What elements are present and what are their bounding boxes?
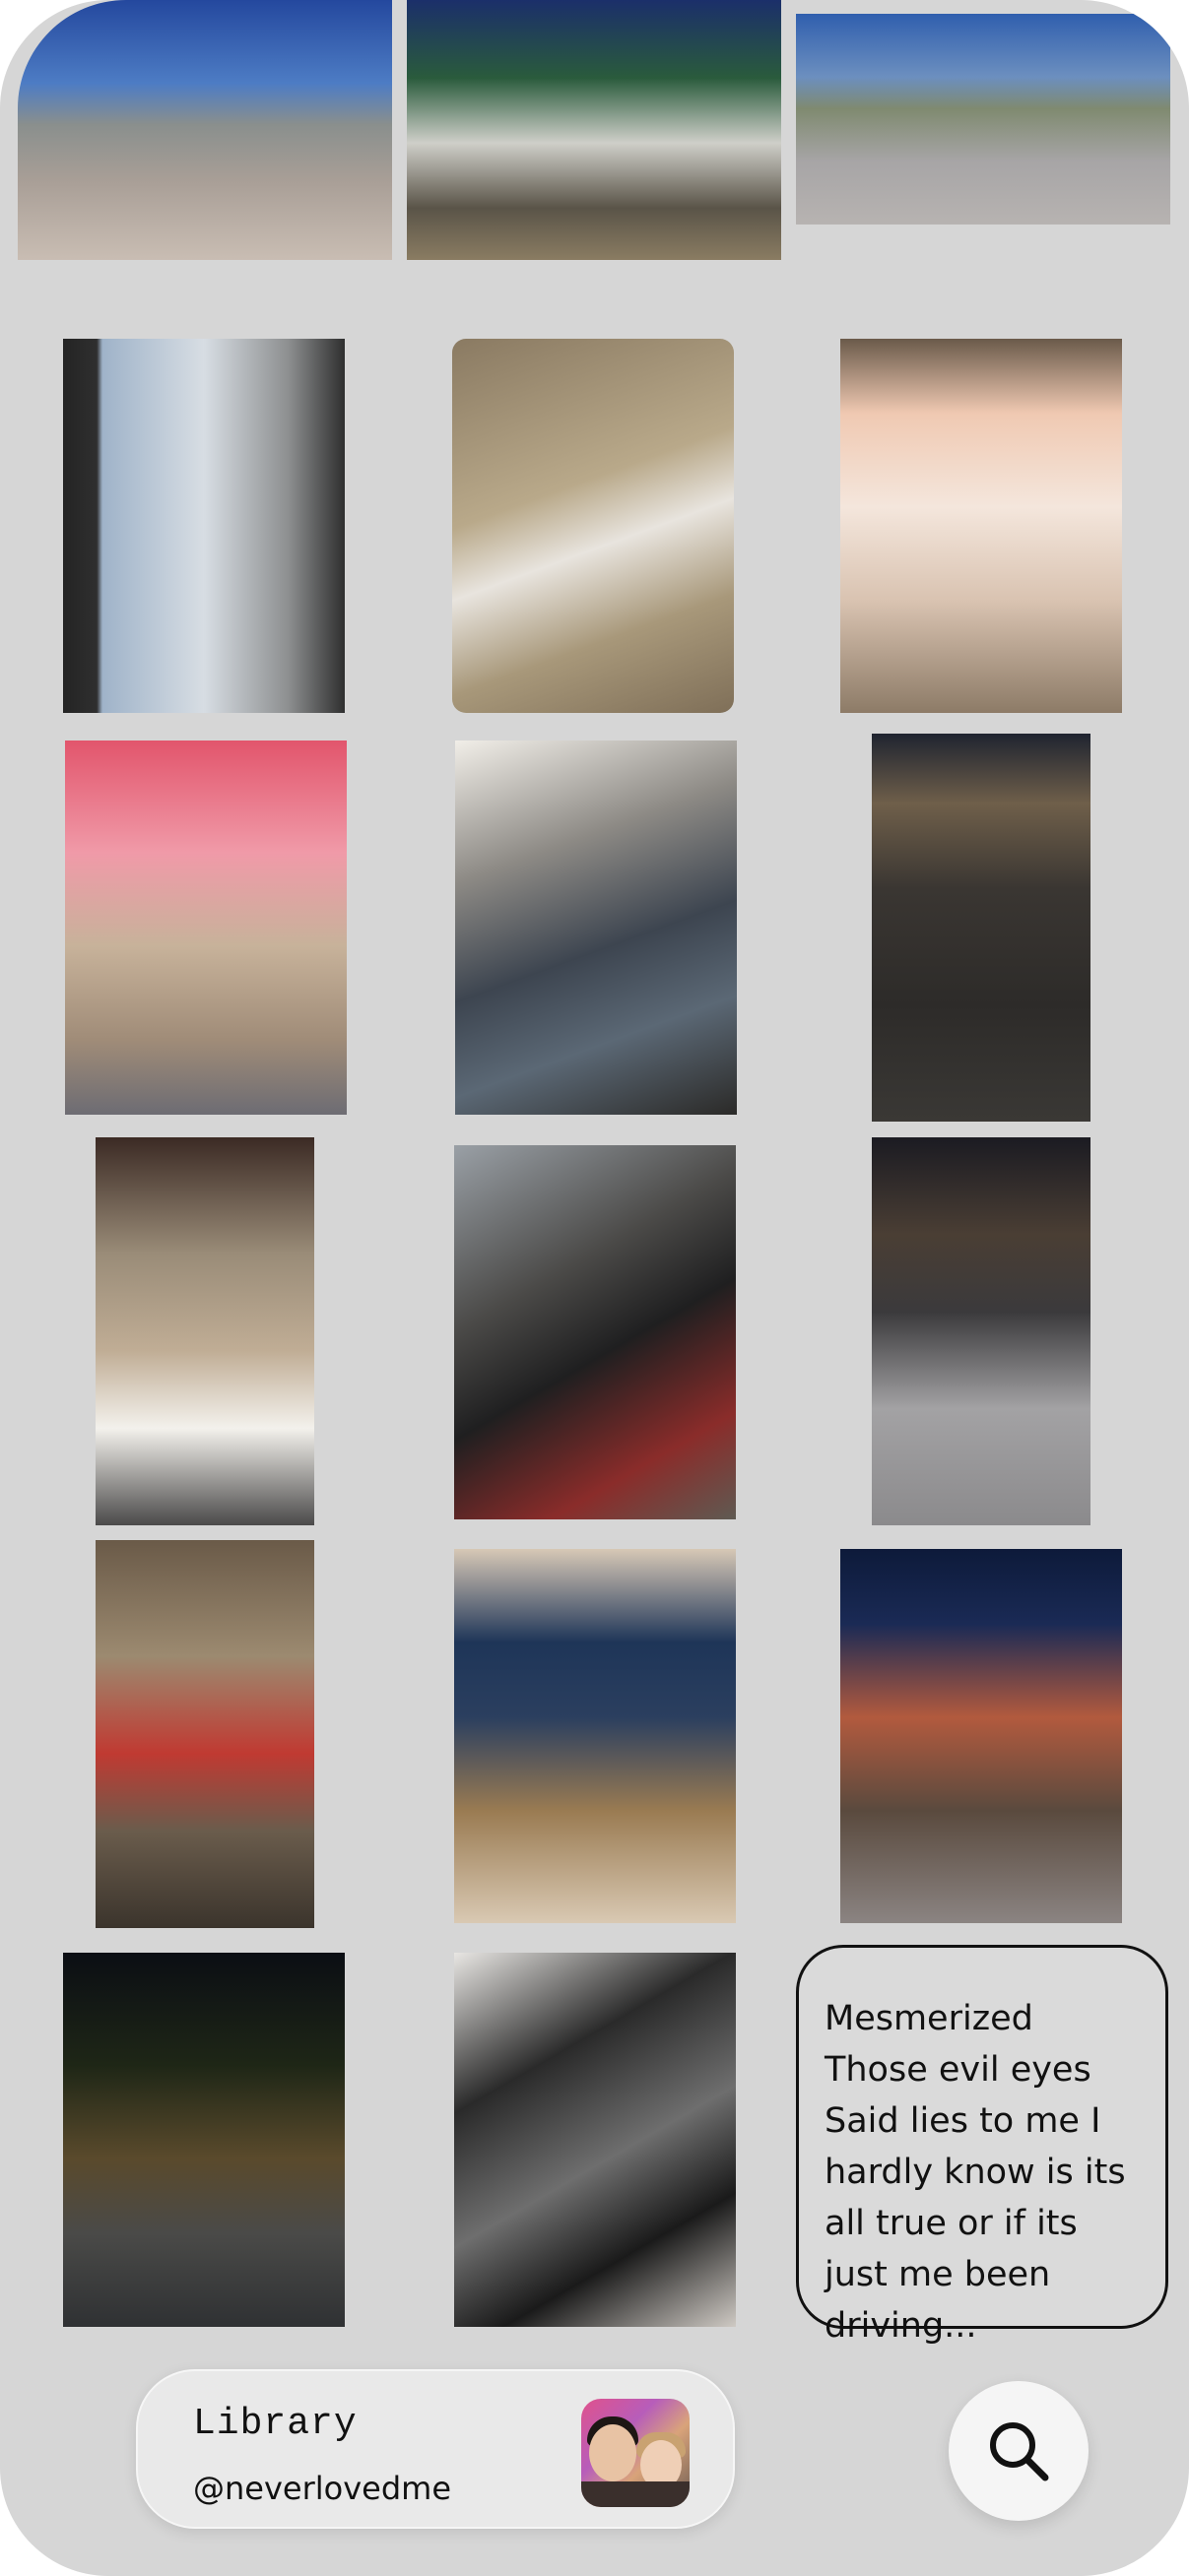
photo-image (872, 1137, 1090, 1525)
photo-tile[interactable] (840, 339, 1122, 713)
photo-tile[interactable] (872, 1137, 1090, 1525)
photo-tile[interactable] (96, 1137, 314, 1525)
photo-image (840, 1549, 1122, 1923)
photo-image (407, 0, 781, 260)
photo-image (796, 14, 1170, 225)
photo-tile[interactable] (454, 1549, 736, 1923)
note-card[interactable]: Mesmerized Those evil eyes Said lies to … (796, 1945, 1168, 2346)
photo-tile[interactable] (63, 1953, 345, 2327)
photo-tile[interactable] (407, 0, 781, 260)
photo-tile[interactable] (840, 1549, 1122, 1923)
photo-image (65, 741, 347, 1115)
photo-image (454, 1953, 736, 2327)
photo-image (455, 741, 737, 1115)
photo-tile[interactable] (454, 1953, 736, 2327)
username-handle: @neverlovedme (193, 2470, 452, 2507)
photo-tile[interactable] (18, 0, 392, 260)
photo-tile[interactable] (65, 741, 347, 1115)
profile-bar[interactable]: Library @neverlovedme (136, 2369, 735, 2529)
photo-image (63, 1953, 345, 2327)
photo-tile[interactable] (872, 734, 1090, 1122)
library-title: Library (193, 2403, 358, 2445)
photo-image (840, 339, 1122, 713)
photo-image (872, 734, 1090, 1122)
photo-tile[interactable] (796, 14, 1170, 225)
search-icon (990, 2422, 1049, 2481)
note-text: Mesmerized Those evil eyes Said lies to … (825, 1999, 1126, 2346)
photo-image (63, 339, 345, 713)
app-screen: Mesmerized Those evil eyes Said lies to … (0, 0, 1189, 2576)
photo-tile[interactable] (452, 339, 734, 713)
photo-tile[interactable] (455, 741, 737, 1115)
photo-tile[interactable] (63, 339, 345, 713)
photo-image (96, 1137, 314, 1525)
search-button[interactable] (949, 2381, 1089, 2521)
photo-tile[interactable] (96, 1540, 314, 1928)
photo-image (18, 0, 392, 260)
avatar[interactable] (581, 2399, 690, 2507)
photo-image (452, 339, 734, 713)
photo-image (454, 1549, 736, 1923)
photo-image (454, 1145, 736, 1519)
photo-image (96, 1540, 314, 1928)
photo-tile[interactable] (454, 1145, 736, 1519)
